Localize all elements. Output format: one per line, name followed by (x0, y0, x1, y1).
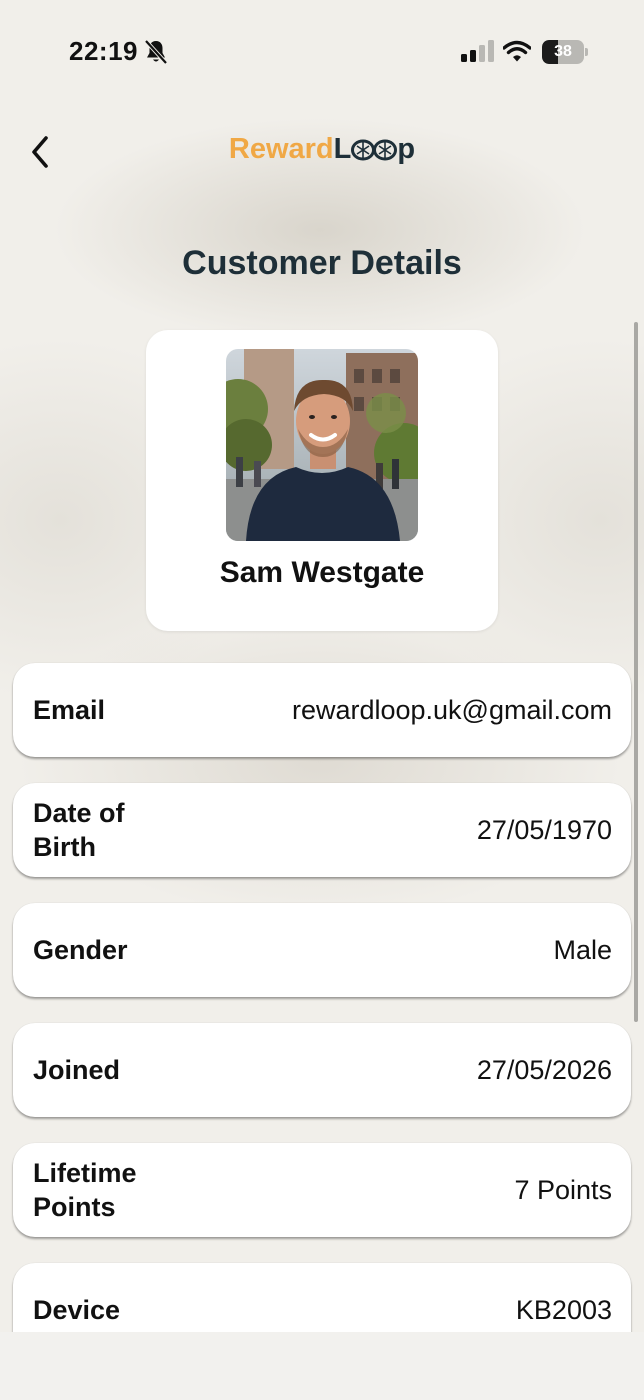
detail-value: 7 Points (514, 1174, 612, 1205)
details-list[interactable]: Email rewardloop.uk@gmail.com Date of Bi… (0, 655, 644, 1332)
app-logo: RewardL p (0, 133, 644, 166)
bell-slash-icon (144, 39, 168, 65)
detail-value: 27/05/2026 (476, 1054, 612, 1085)
detail-label: Lifetime Points (33, 1158, 137, 1222)
detail-row-joined[interactable]: Joined 27/05/2026 (13, 1023, 631, 1117)
logo-text-p: p (397, 133, 416, 165)
detail-row-gender[interactable]: Gender Male (13, 903, 631, 997)
detail-label: Joined (33, 1055, 121, 1085)
status-bar: 22:19 38 (0, 0, 644, 100)
detail-label: Device (33, 1295, 121, 1325)
detail-value: Male (553, 934, 612, 965)
wifi-icon (503, 40, 531, 62)
detail-row-email[interactable]: Email rewardloop.uk@gmail.com (13, 663, 631, 757)
detail-value: 27/05/1970 (476, 814, 612, 845)
avatar[interactable] (226, 349, 418, 541)
battery-icon: 38 (542, 40, 588, 64)
detail-row-lifetime-points[interactable]: Lifetime Points 7 Points (13, 1143, 631, 1237)
detail-label: Email (33, 695, 106, 725)
detail-row-device[interactable]: Device KB2003 (13, 1263, 631, 1332)
profile-card: Sam Westgate (146, 330, 498, 631)
bottom-safe-area (0, 1332, 644, 1400)
scrollbar[interactable] (634, 322, 638, 1022)
cellular-signal-icon (461, 40, 494, 62)
logo-text-reward: Reward (228, 133, 334, 165)
logo-rings-icon (351, 139, 398, 161)
detail-label: Date of Birth (33, 798, 125, 862)
page-title: Customer Details (182, 244, 462, 282)
detail-value: rewardloop.uk@gmail.com (291, 694, 612, 725)
detail-value: KB2003 (515, 1294, 612, 1325)
logo-text-l: L (333, 133, 352, 165)
status-time: 22:19 (69, 36, 138, 66)
battery-level: 38 (554, 43, 572, 60)
detail-row-date-of-birth[interactable]: Date of Birth 27/05/1970 (13, 783, 631, 877)
detail-label: Gender (33, 935, 128, 965)
profile-name: Sam Westgate (219, 556, 425, 589)
